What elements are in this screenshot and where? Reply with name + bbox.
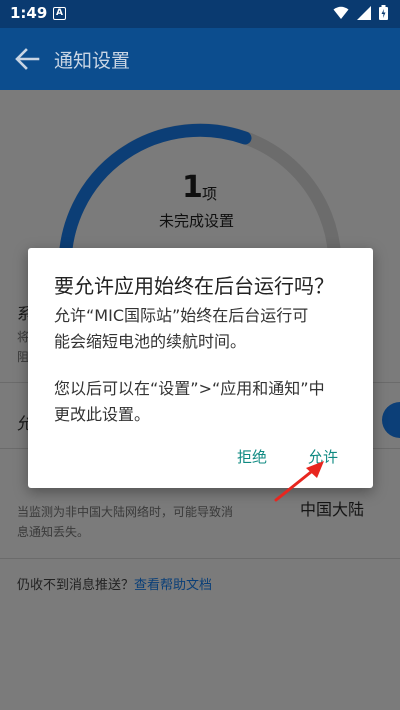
status-bar: 1:49 A [0,0,400,28]
divider [0,558,400,559]
dialog-message-2-line-1: 您以后可以在“设置”>“应用和通知”中 [54,379,325,398]
help-doc-link[interactable]: 查看帮助文档 [134,578,212,593]
incomplete-caption: 未完成设置 [159,212,235,230]
back-arrow-icon[interactable] [14,46,40,72]
sim-icon: A [53,7,66,20]
status-time: 1:49 [10,4,48,22]
dialog-message-1-line-2: 能会缩短电池的续航时间。 [54,332,247,351]
page-title: 通知设置 [54,50,131,72]
wifi-icon [333,6,349,19]
network-desc-line-2: 息通知丢失。 [17,525,90,539]
signal-icon [357,5,371,20]
dialog-message-1: 允许“MIC国际站”始终在后台运行可 能会缩短电池的续航时间。 [54,303,354,355]
incomplete-unit: 项 [202,185,218,203]
background-permission-dialog: 要允许应用始终在后台运行吗？ 允许“MIC国际站”始终在后台运行可 能会缩短电池… [28,248,373,488]
network-desc-line-1: 当监测为非中国大陆网络时，可能导致消 [17,505,234,519]
help-prefix: 仍收不到消息推送？ [17,578,135,593]
dialog-message-2-line-2: 更改此设置。 [54,405,151,424]
help-prompt: 仍收不到消息推送？查看帮助文档 [17,574,212,593]
incomplete-count: 1 [182,170,203,205]
app-bar: 通知设置 [0,28,400,90]
dialog-message-2: 您以后可以在“设置”>“应用和通知”中 更改此设置。 [54,376,354,428]
deny-button[interactable]: 拒绝 [237,446,267,467]
annotation-arrow-icon [274,461,324,502]
dialog-title: 要允许应用始终在后台运行吗？ [54,274,334,298]
battery-icon [379,5,388,20]
dialog-message-1-line-1: 允许“MIC国际站”始终在后台运行可 [54,306,309,325]
